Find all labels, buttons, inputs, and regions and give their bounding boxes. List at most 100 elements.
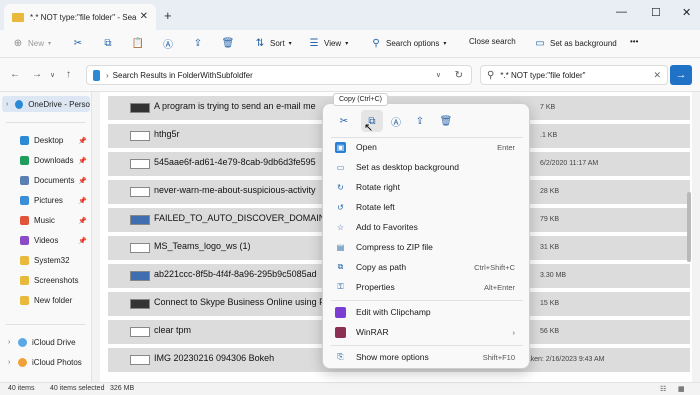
rename-button[interactable]: Ⓐ [162, 37, 174, 51]
sidebar-item-system32[interactable]: System32 [20, 256, 70, 265]
pin-icon[interactable]: 📌 [78, 177, 87, 185]
rotate-left-icon: ↺ [337, 202, 344, 212]
rename-icon[interactable]: Ⓐ [385, 110, 407, 132]
tiles-view-icon[interactable]: ▦ [678, 385, 685, 393]
recent-chevron-icon[interactable]: ∨ [50, 71, 55, 79]
new-tab-button[interactable]: + [164, 8, 172, 23]
sort-icon: ⇅ [255, 37, 265, 49]
file-thumbnail [130, 215, 150, 225]
trash-icon: 🗑 [221, 37, 235, 49]
search-box[interactable]: ⚲ *.* NOT type:"file folder" ✕ [480, 65, 668, 85]
chevron-down-icon[interactable]: ∨ [436, 71, 441, 79]
menu-item-set-desktop-background[interactable]: ▭ Set as desktop background [327, 157, 527, 177]
refresh-icon[interactable]: ↻ [455, 70, 463, 81]
paste-button[interactable]: 📋 [132, 37, 144, 49]
pin-icon[interactable]: 📌 [78, 157, 87, 165]
pin-icon[interactable]: 📌 [78, 217, 87, 225]
menu-item-add-to-favorites[interactable]: ☆ Add to Favorites [327, 217, 527, 237]
sidebar-item-documents[interactable]: Documents 📌 [20, 176, 87, 185]
more-options-button[interactable]: ••• [630, 37, 638, 46]
search-folder-icon [93, 69, 100, 81]
sidebar-item-icloud-photos[interactable]: › iCloud Photos [8, 358, 82, 367]
picture-icon [20, 196, 29, 205]
file-thumbnail [130, 159, 150, 169]
vertical-scrollbar[interactable] [687, 192, 691, 262]
image-icon: ▭ [535, 37, 545, 49]
sidebar-item-downloads[interactable]: Downloads 📌 [20, 156, 87, 165]
sidebar-item-icloud-drive[interactable]: › iCloud Drive [8, 338, 76, 347]
clipboard-icon: 📋 [131, 37, 145, 49]
menu-item-rotate-right[interactable]: ↻ Rotate right [327, 177, 527, 197]
file-thumbnail [130, 243, 150, 253]
address-row: ← → ∨ ↑ › Search Results in FolderWithSu… [0, 58, 700, 92]
close-window-button[interactable]: ✕ [682, 6, 691, 19]
details-view-icon[interactable]: ☷ [660, 385, 666, 393]
clear-search-icon[interactable]: ✕ [653, 70, 661, 81]
set-as-background-button[interactable]: ▭ Set as background [534, 37, 616, 49]
share-button[interactable]: ⇪ [192, 37, 204, 49]
forward-arrow-icon[interactable]: → [32, 69, 42, 80]
search-icon: ⚲ [487, 69, 495, 81]
navigation-pane: › OneDrive - Perso Desktop 📌 Downloads 📌… [0, 92, 92, 382]
menu-item-winrar[interactable]: WinRAR › [327, 322, 527, 342]
minimize-button[interactable]: — [616, 6, 627, 18]
delete-icon[interactable]: 🗑 [435, 110, 457, 132]
more-options-icon: ⎘ [337, 352, 344, 361]
search-icon: ⚲ [372, 37, 380, 49]
new-button[interactable]: ⊕ New ▾ [12, 37, 51, 49]
video-icon [20, 236, 29, 245]
up-arrow-icon[interactable]: ↑ [66, 69, 71, 80]
status-bar: 40 items 40 items selected 326 MB ☷ ▦ [0, 382, 700, 395]
search-options-button[interactable]: ⚲ Search options ▾ [370, 37, 446, 49]
search-go-button[interactable]: → [670, 65, 692, 85]
sidebar-item-screenshots[interactable]: Screenshots [20, 276, 78, 285]
menu-item-show-more-options[interactable]: ⎘ Show more options Shift+F10 [327, 347, 527, 367]
close-tab-icon[interactable]: ✕ [140, 11, 148, 22]
desktop-background-icon: ▭ [336, 162, 345, 172]
properties-icon: ⚿ [337, 282, 344, 291]
chevron-right-icon: › [512, 327, 516, 337]
search-input[interactable]: *.* NOT type:"file folder" [500, 71, 585, 80]
document-icon [20, 176, 29, 185]
maximize-button[interactable]: ☐ [651, 6, 661, 19]
photos-icon [18, 358, 27, 367]
menu-item-copy-as-path[interactable]: ⧉ Copy as path Ctrl+Shift+C [327, 257, 527, 277]
sort-button[interactable]: ⇅ Sort ▾ [254, 37, 292, 49]
download-icon [20, 156, 29, 165]
scissors-icon: ✂ [73, 37, 83, 49]
menu-item-compress-zip[interactable]: ▤ Compress to ZIP file [327, 237, 527, 257]
pin-icon[interactable]: 📌 [78, 197, 87, 205]
sidebar-item-onedrive[interactable]: › OneDrive - Perso [2, 96, 90, 112]
view-icon: ☰ [309, 37, 319, 49]
menu-item-rotate-left[interactable]: ↺ Rotate left [327, 197, 527, 217]
chevron-right-icon: › [6, 100, 9, 108]
chevron-down-icon: ▾ [48, 40, 52, 47]
share-icon[interactable]: ⇪ [409, 110, 431, 132]
back-arrow-icon[interactable]: ← [10, 69, 20, 80]
delete-button[interactable]: 🗑 [221, 37, 235, 49]
menu-item-properties[interactable]: ⚿ Properties Alt+Enter [327, 277, 527, 297]
divider [6, 122, 86, 123]
close-search-button[interactable]: Close search [469, 37, 516, 46]
sidebar-item-videos[interactable]: Videos 📌 [20, 236, 87, 245]
cut-icon[interactable]: ✂ [333, 110, 355, 132]
sidebar-item-new-folder[interactable]: New folder [20, 296, 72, 305]
pin-icon[interactable]: 📌 [78, 137, 87, 145]
tab-search-results[interactable]: *.* NOT type:"file folder" - Sea ✕ [4, 4, 156, 30]
view-button[interactable]: ☰ View ▾ [308, 37, 349, 49]
sidebar-item-music[interactable]: Music 📌 [20, 216, 87, 225]
menu-item-edit-with-clipchamp[interactable]: Edit with Clipchamp [327, 302, 527, 322]
open-icon: ▣ [335, 141, 346, 153]
cut-button[interactable]: ✂ [72, 37, 84, 49]
menu-item-open[interactable]: ▣ Open Enter [327, 137, 527, 157]
star-icon: ☆ [336, 222, 345, 232]
mouse-cursor-icon: ↖ [364, 122, 374, 134]
sidebar-item-desktop[interactable]: Desktop 📌 [20, 136, 87, 145]
desktop-icon [20, 136, 29, 145]
sidebar-item-pictures[interactable]: Pictures 📌 [20, 196, 87, 205]
chevron-right-icon: › [8, 359, 11, 366]
address-bar[interactable]: › Search Results in FolderWithSubfoldfer… [86, 65, 472, 85]
tab-title: *.* NOT type:"file folder" - Sea [30, 12, 137, 22]
pin-icon[interactable]: 📌 [78, 237, 87, 245]
copy-button[interactable]: ⧉ [102, 37, 114, 49]
